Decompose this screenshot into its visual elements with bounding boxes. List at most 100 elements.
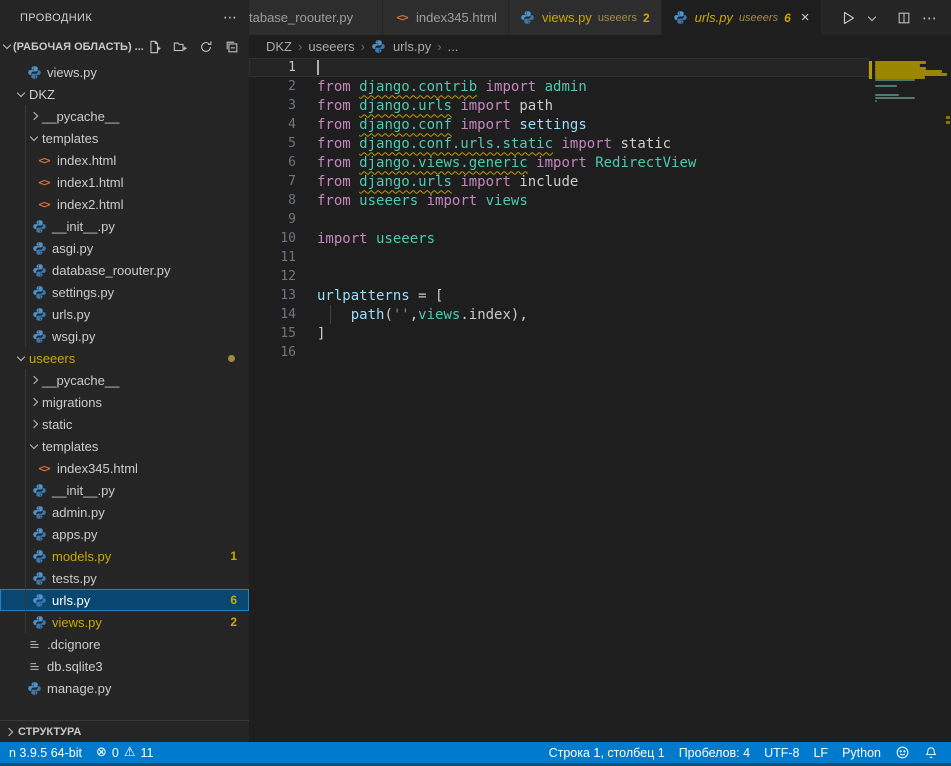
- code-line-2[interactable]: 2from django.contrib import admin: [249, 77, 869, 96]
- status-problems[interactable]: ⊗0⚠11: [89, 742, 161, 763]
- code-line-7[interactable]: 7from django.urls import include: [249, 172, 869, 191]
- tab-views-py[interactable]: views.pyuseeers2: [509, 0, 662, 35]
- code-line-11[interactable]: 11: [249, 248, 869, 267]
- code-line-5[interactable]: 5from django.conf.urls.static import sta…: [249, 134, 869, 153]
- tree-item-label: asgi.py: [52, 241, 93, 256]
- code-line-15[interactable]: 15]: [249, 324, 869, 343]
- tree-item-index1-html[interactable]: <>index1.html: [0, 171, 249, 193]
- tree-item-views-py[interactable]: views.py2: [0, 611, 249, 633]
- status-indentation[interactable]: Пробелов: 4: [672, 742, 757, 763]
- tree-item-DKZ[interactable]: DKZ: [0, 83, 249, 105]
- tree-item-useeers[interactable]: useeers: [0, 347, 249, 369]
- status-encoding[interactable]: UTF-8: [757, 742, 806, 763]
- tree-item-db-sqlite3[interactable]: db.sqlite3: [0, 655, 249, 677]
- outline-section-header[interactable]: СТРУКТУРА: [0, 720, 249, 742]
- run-button[interactable]: [838, 6, 858, 30]
- status-eol[interactable]: LF: [806, 742, 835, 763]
- tree-item-apps-py[interactable]: apps.py: [0, 523, 249, 545]
- python-file-icon: [31, 548, 47, 564]
- tree-item-templates[interactable]: templates: [0, 435, 249, 457]
- tree-item--pycache-[interactable]: __pycache__: [0, 369, 249, 391]
- minimap-line: [875, 79, 915, 81]
- status-python-version[interactable]: n 3.9.5 64-bit: [2, 742, 89, 763]
- tree-item-views-py[interactable]: views.py: [0, 61, 249, 83]
- line-number: 13: [249, 288, 296, 303]
- tree-item-static[interactable]: static: [0, 413, 249, 435]
- code-line-10[interactable]: 10import useeers: [249, 229, 869, 248]
- status-notifications[interactable]: [917, 742, 945, 763]
- new-folder-icon[interactable]: [171, 38, 189, 56]
- more-actions-icon[interactable]: ⋯: [918, 6, 941, 30]
- workspace-actions: [145, 38, 241, 56]
- status-cursor-position[interactable]: Строка 1, столбец 1: [542, 742, 672, 763]
- breadcrumb-item[interactable]: ...: [448, 39, 459, 54]
- refresh-icon[interactable]: [197, 38, 215, 56]
- indent-guide: [25, 611, 26, 633]
- workspace-section-header[interactable]: (РАБОЧАЯ ОБЛАСТЬ) ...: [0, 35, 249, 58]
- code-text: import useeers: [296, 231, 435, 247]
- code-line-16[interactable]: 16: [249, 343, 869, 362]
- tree-item-label: db.sqlite3: [47, 659, 103, 674]
- chevron-right-icon: [30, 376, 38, 384]
- error-count: 0: [112, 746, 119, 760]
- python-file-icon: [31, 328, 47, 344]
- collapse-all-icon[interactable]: [223, 38, 241, 56]
- tree-item-database-roouter-py[interactable]: database_roouter.py: [0, 259, 249, 281]
- tree-item-label: index345.html: [57, 461, 138, 476]
- tree-item-manage-py[interactable]: manage.py: [0, 677, 249, 699]
- split-editor-button[interactable]: [894, 6, 914, 30]
- line-number: 5: [249, 136, 296, 151]
- workspace-label: (РАБОЧАЯ ОБЛАСТЬ) ...: [13, 41, 144, 53]
- tree-item-migrations[interactable]: migrations: [0, 391, 249, 413]
- code-line-9[interactable]: 9: [249, 210, 869, 229]
- tab-index345-html[interactable]: <>index345.html: [383, 0, 509, 35]
- tree-item-asgi-py[interactable]: asgi.py: [0, 237, 249, 259]
- tree-item--init-py[interactable]: __init__.py: [0, 215, 249, 237]
- code-line-8[interactable]: 8from useeers import views: [249, 191, 869, 210]
- tree-item-index345-html[interactable]: <>index345.html: [0, 457, 249, 479]
- tree-item-wsgi-py[interactable]: wsgi.py: [0, 325, 249, 347]
- code-line-14[interactable]: 14 path('',views.index),: [249, 305, 869, 324]
- python-file-icon: [31, 284, 47, 300]
- code-line-3[interactable]: 3from django.urls import path: [249, 96, 869, 115]
- tree-item-index2-html[interactable]: <>index2.html: [0, 193, 249, 215]
- code-line-6[interactable]: 6from django.views.generic import Redire…: [249, 153, 869, 172]
- code-area[interactable]: 12from django.contrib import admin3from …: [249, 57, 951, 742]
- breadcrumb-item[interactable]: useeers: [308, 39, 354, 54]
- tab-urls-py[interactable]: urls.pyuseeers6×: [662, 0, 822, 35]
- tree-item--dcignore[interactable]: .dcignore: [0, 633, 249, 655]
- tree-item-index-html[interactable]: <>index.html: [0, 149, 249, 171]
- code-line-13[interactable]: 13urlpatterns = [: [249, 286, 869, 305]
- code-line-12[interactable]: 12: [249, 267, 869, 286]
- breadcrumb-item[interactable]: DKZ: [266, 39, 292, 54]
- tree-item-tests-py[interactable]: tests.py: [0, 567, 249, 589]
- more-actions-icon[interactable]: ⋯: [223, 10, 237, 26]
- indent-guide: [25, 545, 26, 567]
- indent-guide: [25, 127, 26, 149]
- tree-item-settings-py[interactable]: settings.py: [0, 281, 249, 303]
- breadcrumb-item[interactable]: urls.py: [393, 39, 431, 54]
- line-number: 15: [249, 326, 296, 341]
- tree-item-templates[interactable]: templates: [0, 127, 249, 149]
- code-line-1[interactable]: 1: [249, 58, 869, 77]
- status-language-mode[interactable]: Python: [835, 742, 888, 763]
- tab-tabase-roouter-py[interactable]: tabase_roouter.py: [249, 0, 383, 35]
- close-icon[interactable]: ×: [801, 10, 810, 25]
- tree-item-admin-py[interactable]: admin.py: [0, 501, 249, 523]
- tree-item-urls-py[interactable]: urls.py: [0, 303, 249, 325]
- line-number: 2: [249, 79, 296, 94]
- run-dropdown-icon[interactable]: [862, 6, 882, 30]
- line-number: 11: [249, 250, 296, 265]
- code-line-4[interactable]: 4from django.conf import settings: [249, 115, 869, 134]
- tree-item--init-py[interactable]: __init__.py: [0, 479, 249, 501]
- indent-guide: [330, 305, 331, 324]
- tree-item-models-py[interactable]: models.py1: [0, 545, 249, 567]
- explorer-sidebar: ПРОВОДНИК ⋯ (РАБОЧАЯ ОБЛАСТЬ) ... views.…: [0, 0, 249, 742]
- tab-bar: tabase_roouter.py<>index345.htmlviews.py…: [249, 0, 951, 35]
- tree-item-label: .dcignore: [47, 637, 100, 652]
- minimap[interactable]: [869, 58, 951, 742]
- new-file-icon[interactable]: [145, 38, 163, 56]
- tree-item--pycache-[interactable]: __pycache__: [0, 105, 249, 127]
- tree-item-urls-py[interactable]: urls.py6: [0, 589, 249, 611]
- status-feedback[interactable]: [888, 742, 917, 763]
